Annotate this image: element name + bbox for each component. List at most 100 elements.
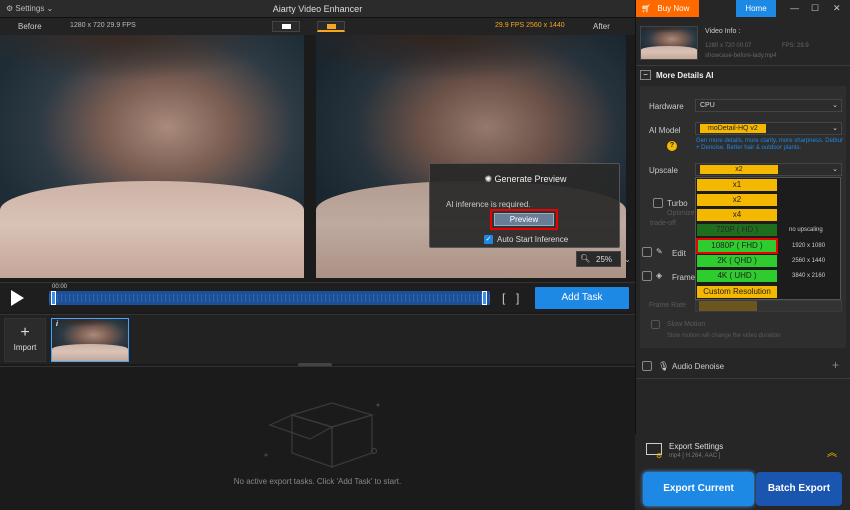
before-preview[interactable] — [0, 35, 304, 278]
ai-model-select[interactable]: moDetail-HQ v2 ⌄ — [695, 122, 842, 135]
generate-preview-title-text: Generate Preview — [494, 174, 567, 184]
upscale-option[interactable]: Custom Resolution — [697, 286, 777, 298]
video-info-heading: Video Info : — [705, 28, 741, 35]
ai-model-value: moDetail-HQ v2 — [700, 124, 766, 133]
after-info: 29.9 FPS 2560 x 1440 — [495, 22, 565, 29]
batch-export-button[interactable]: Batch Export — [756, 472, 842, 506]
upscale-option-res: 3840 x 2160 — [792, 273, 826, 279]
empty-tasks-message: No active export tasks. Click 'Add Task'… — [233, 477, 402, 486]
split-view-icon — [327, 24, 336, 29]
frame-icon: ◈ — [656, 271, 663, 280]
plus-icon: + — [20, 324, 30, 341]
ai-model-description: Gen more details, more clarity, more sha… — [696, 138, 843, 151]
timeline-track[interactable] — [49, 291, 490, 305]
maximize-icon[interactable]: ☐ — [811, 3, 819, 14]
hardware-select[interactable]: CPU ⌄ — [695, 99, 842, 112]
before-info: 1280 x 720 29.9 FPS — [70, 22, 136, 29]
upscale-select[interactable]: x2 ⌄ — [695, 163, 842, 176]
cart-icon: 🛒︎ — [641, 4, 652, 13]
add-task-button[interactable]: Add Task — [535, 287, 629, 309]
turbo-checkbox[interactable] — [653, 198, 663, 208]
zoom-icon: 🔍︎ — [580, 254, 591, 263]
collapse-icon[interactable]: − — [640, 70, 651, 80]
hardware-label: Hardware — [649, 102, 684, 111]
import-button[interactable]: + Import — [4, 318, 46, 362]
play-icon[interactable] — [11, 290, 24, 306]
chevron-up-icon[interactable]: ︽ — [827, 444, 837, 459]
upscale-option[interactable]: x4 — [697, 209, 777, 221]
mark-in-icon[interactable]: [ — [502, 291, 505, 305]
gear-icon: ⚙ — [656, 453, 663, 460]
upscale-option[interactable]: x1 — [697, 179, 777, 191]
video-info-thumbnail — [640, 26, 698, 60]
upscale-option[interactable]: x2 — [697, 194, 777, 206]
import-label: Import — [13, 343, 37, 352]
single-view-toggle[interactable] — [272, 21, 300, 32]
app-title: Aiarty Video Enhancer — [272, 4, 363, 14]
auto-start-checkbox[interactable]: ✓ — [484, 235, 493, 244]
turbo-desc-1: Optimize — [667, 210, 695, 217]
thumbnail-image — [52, 319, 128, 361]
zoom-value: 25% — [596, 255, 613, 264]
help-icon[interactable]: ? — [667, 141, 677, 151]
minimize-icon[interactable]: — — [790, 3, 799, 13]
upscale-label: Upscale — [649, 166, 678, 175]
export-tasks-area: No active export tasks. Click 'Add Task'… — [0, 366, 635, 510]
before-label: Before — [18, 22, 42, 31]
ai-model-label: AI Model — [649, 126, 681, 135]
divider — [636, 378, 850, 379]
info-icon[interactable]: i — [56, 321, 58, 328]
zoom-chevron-icon[interactable]: ⌄ — [624, 255, 631, 264]
zoom-control[interactable]: 🔍︎ 25% — [576, 251, 621, 267]
selected-option-highlight — [696, 238, 778, 254]
edit-checkbox[interactable] — [642, 247, 652, 257]
generate-preview-title: ✺ Generate Preview — [430, 174, 621, 185]
video-thumbnail[interactable]: i — [51, 318, 129, 362]
chevron-down-icon: ⌄ — [832, 166, 838, 173]
trim-start-handle[interactable] — [51, 291, 56, 305]
hardware-value: CPU — [700, 102, 715, 109]
generate-preview-popup: ✺ Generate Preview AI inference is requi… — [429, 163, 620, 248]
split-view-toggle[interactable] — [317, 21, 345, 32]
buy-now-button[interactable]: 🛒︎ Buy Now — [636, 0, 699, 17]
home-button[interactable]: Home — [736, 0, 776, 17]
preview-highlight — [490, 209, 558, 230]
frame-checkbox[interactable] — [642, 271, 652, 281]
inference-message: AI inference is required. — [446, 200, 531, 209]
export-settings-label[interactable]: Export Settings — [669, 442, 723, 451]
video-info-filename: showcase-before-lady.mp4 — [705, 53, 777, 59]
video-info-dims: 1280 x 720 00:07 — [705, 43, 752, 49]
edit-icon: ✎ — [656, 247, 663, 256]
slow-motion-label: Slow Motion — [667, 321, 706, 328]
turbo-desc-2: trade-off — [650, 220, 676, 227]
more-details-title: More Details AI — [656, 71, 714, 80]
upscale-value: x2 — [700, 165, 778, 174]
empty-box-icon — [264, 402, 380, 468]
title-bar: ⚙ Settings ⌄ Aiarty Video Enhancer — [0, 0, 635, 18]
single-view-icon — [282, 24, 291, 29]
mark-out-icon[interactable]: ] — [516, 291, 519, 305]
trim-end-handle[interactable] — [482, 291, 487, 305]
chevron-down-icon: ⌄ — [832, 102, 838, 109]
divider — [636, 65, 850, 66]
video-info-fps: FPS: 29.9 — [782, 43, 809, 49]
close-icon[interactable]: ✕ — [833, 3, 841, 14]
frame-rate-label: Frame Rate — [649, 302, 686, 309]
microphone-icon: 🎙︎ — [658, 361, 670, 371]
slow-motion-checkbox[interactable] — [651, 320, 660, 329]
frame-rate-select[interactable] — [695, 300, 842, 312]
upscale-option[interactable]: 720P ( HD ) — [697, 224, 777, 236]
aperture-icon: ✺ — [484, 174, 492, 184]
auto-start-label: Auto Start Inference — [497, 235, 569, 244]
upscale-option[interactable]: 4K ( UHD ) — [697, 270, 777, 282]
timeline: 00:00 [ ] Add Task — [0, 282, 635, 312]
turbo-label: Turbo — [667, 199, 688, 208]
export-current-button[interactable]: Export Current — [643, 472, 754, 506]
upscale-option-res: 1920 x 1080 — [792, 243, 826, 249]
chevron-down-icon: ⌄ — [832, 125, 838, 132]
upscale-option[interactable]: 2K ( QHD ) — [697, 255, 777, 267]
audio-denoise-checkbox[interactable] — [642, 361, 652, 371]
buy-now-label: Buy Now — [657, 4, 690, 13]
expand-plus-icon[interactable]: + — [832, 358, 839, 372]
before-image — [0, 35, 304, 278]
